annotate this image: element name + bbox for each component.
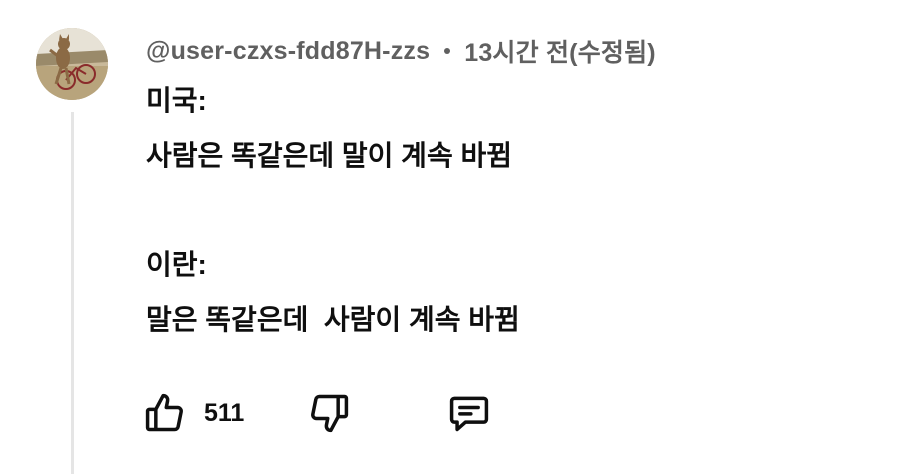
avatar[interactable]: [36, 28, 108, 100]
like-button[interactable]: [140, 388, 190, 438]
timestamp[interactable]: 13시간 전(수정됨): [464, 33, 656, 69]
separator-dot: [444, 48, 451, 54]
comment-actions: 511: [140, 388, 494, 438]
thread-line: [71, 112, 74, 474]
avatar-image: [36, 28, 108, 100]
comment-icon: [450, 396, 489, 432]
comment-line: 사람은 똑같은데 말이 계속 바뀜: [146, 140, 512, 171]
comment-header: @user-czxs-fdd87H-zzs 13시간 전(수정됨): [146, 34, 656, 68]
comment-body: 미국: 사람은 똑같은데 말이 계속 바뀜 이란: 말은 똑같은데 사람이 계속…: [146, 82, 520, 356]
reply-button[interactable]: [444, 388, 494, 438]
comment-line: 이란:: [146, 249, 207, 280]
author-handle[interactable]: @user-czxs-fdd87H-zzs: [146, 37, 430, 66]
dislike-button[interactable]: [304, 388, 354, 438]
thumbs-down-icon: [311, 394, 349, 433]
like-count: 511: [204, 398, 245, 427]
comment-line: 말은 똑같은데 사람이 계속 바뀜: [146, 304, 520, 335]
thumbs-up-icon: [145, 393, 183, 432]
comment-blank-line: [146, 192, 520, 246]
comment-line: 미국:: [146, 85, 207, 116]
